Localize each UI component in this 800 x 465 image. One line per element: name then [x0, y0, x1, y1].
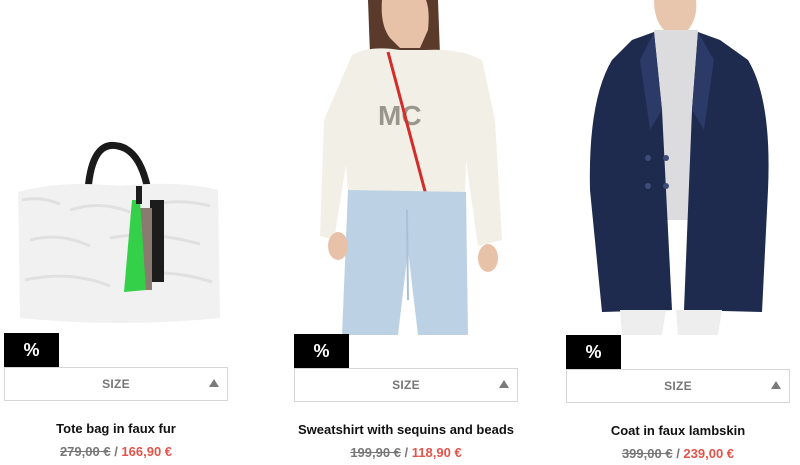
- size-selector[interactable]: SIZE: [294, 368, 518, 402]
- product-image-tote-bag[interactable]: [0, 0, 240, 335]
- discount-badge: %: [4, 333, 59, 367]
- price-separator: /: [404, 445, 412, 460]
- product-image-sweatshirt[interactable]: MC: [290, 0, 530, 335]
- product-price: 199,90 € / 118,90 €: [290, 445, 522, 460]
- product-name[interactable]: Sweatshirt with sequins and beads: [290, 422, 522, 437]
- old-price: 399,00 €: [621, 446, 673, 461]
- product-price: 279,00 € / 166,90 €: [0, 444, 232, 459]
- sale-price: 166,90 €: [121, 444, 173, 459]
- caret-up-icon: [499, 380, 509, 388]
- product-card: % SIZE Coat in faux lambskin 399,00 € / …: [562, 0, 800, 465]
- sale-price: 118,90 €: [411, 445, 462, 460]
- product-image-coat[interactable]: [562, 0, 800, 335]
- discount-badge: %: [294, 334, 349, 368]
- size-label: SIZE: [392, 378, 420, 392]
- product-card: MC % SIZE Sweatshirt with sequins and be…: [290, 0, 530, 465]
- product-name[interactable]: Tote bag in faux fur: [0, 421, 232, 436]
- discount-badge: %: [566, 335, 621, 369]
- old-price: 279,00 €: [59, 444, 111, 459]
- product-card: % SIZE Tote bag in faux fur 279,00 € / 1…: [0, 0, 240, 465]
- size-selector[interactable]: SIZE: [566, 369, 790, 403]
- svg-text:MC: MC: [378, 100, 422, 131]
- old-price: 199,90 €: [350, 445, 401, 460]
- size-label: SIZE: [664, 379, 692, 393]
- size-label: SIZE: [102, 377, 130, 391]
- product-name[interactable]: Coat in faux lambskin: [562, 423, 794, 438]
- caret-up-icon: [771, 381, 781, 389]
- product-price: 399,00 € / 239,00 €: [562, 446, 794, 461]
- caret-up-icon: [209, 379, 219, 387]
- size-selector[interactable]: SIZE: [4, 367, 228, 401]
- sale-price: 239,00 €: [683, 446, 735, 461]
